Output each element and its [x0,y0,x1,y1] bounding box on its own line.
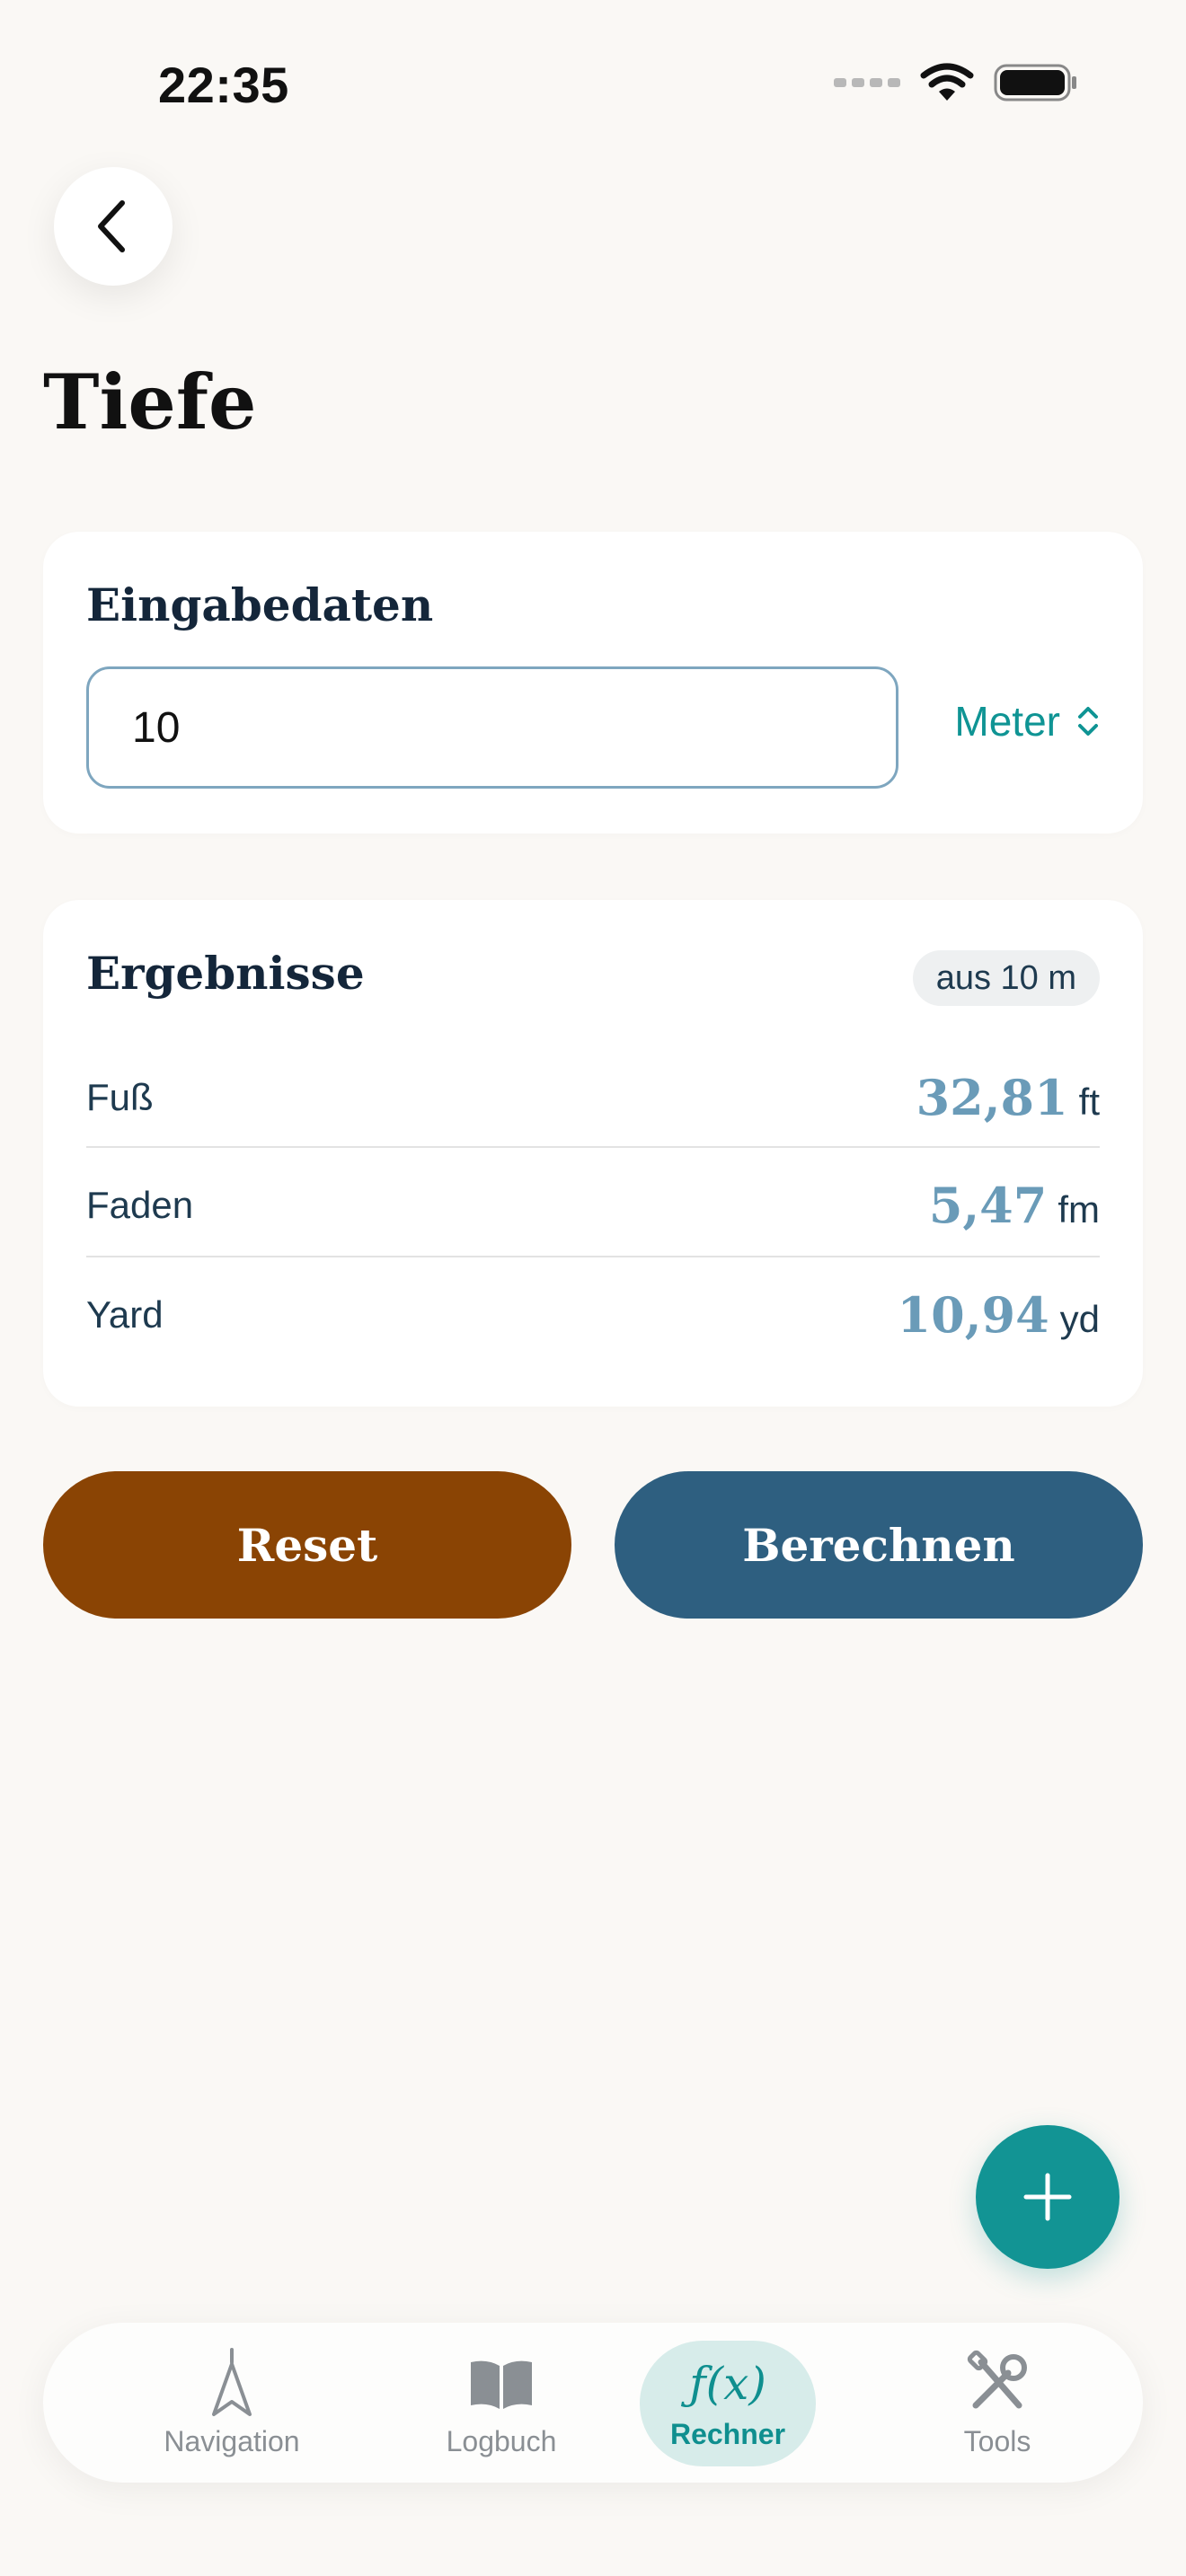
tab-rechner[interactable]: ƒ(x) Rechner [611,2323,845,2483]
calculate-button[interactable]: Berechnen [615,1471,1143,1619]
tab-logbuch[interactable]: Logbuch [385,2323,618,2483]
battery-icon [994,64,1076,101]
result-row-yard: Yard 10,94 yd [86,1261,1100,1369]
tab-tools[interactable]: Tools [881,2323,1114,2483]
result-label: Fuß [86,1076,154,1118]
add-button[interactable] [976,2125,1120,2269]
depth-input-value: 10 [132,703,181,752]
status-time: 22:35 [158,57,289,113]
depth-input[interactable]: 10 [86,666,898,789]
unit-select[interactable]: Meter [954,697,1100,745]
result-label: Faden [86,1184,194,1226]
tab-navigation[interactable]: Navigation [115,2323,349,2483]
source-badge: aus 10 m [912,950,1100,1006]
result-row-feet: Fuß 32,81 ft [86,1044,1100,1151]
chevron-left-icon [98,200,125,252]
navigation-arrow-icon [207,2347,257,2420]
chevron-up-down-icon [1078,707,1098,736]
divider [86,1146,1100,1148]
result-unit: ft [1078,1081,1100,1123]
reset-button[interactable]: Reset [43,1471,571,1619]
page-title: Tiefe [43,357,257,446]
divider [86,1256,1100,1257]
tab-bar: Navigation Logbuch ƒ(x) Rechner Tools [43,2323,1143,2483]
input-card: Eingabedaten 10 Meter [43,532,1143,834]
result-row-fathom: Faden 5,47 fm [86,1151,1100,1259]
function-icon: ƒ(x) [689,2357,766,2410]
tab-label: Logbuch [446,2424,557,2457]
result-value: 5,47 [928,1177,1048,1234]
unit-select-label: Meter [954,698,1060,745]
result-unit: yd [1059,1298,1100,1340]
back-button[interactable] [54,167,173,286]
results-card: Ergebnisse aus 10 m Fuß 32,81 ft Faden 5… [43,900,1143,1407]
result-unit: fm [1058,1188,1100,1231]
tab-label: Rechner [669,2417,786,2450]
input-card-title: Eingabedaten [86,578,434,631]
tab-label: Navigation [164,2424,300,2457]
tab-label: Tools [963,2424,1031,2457]
result-label: Yard [86,1293,164,1336]
cellular-signal-icon [834,78,900,87]
result-value: 32,81 [916,1069,1068,1126]
result-value: 10,94 [897,1286,1049,1344]
results-card-title: Ergebnisse [86,947,365,1000]
status-icons [834,63,1078,102]
wifi-icon [920,63,974,101]
plus-icon [1023,2173,1072,2221]
tools-icon [963,2348,1031,2420]
book-icon [467,2348,535,2420]
